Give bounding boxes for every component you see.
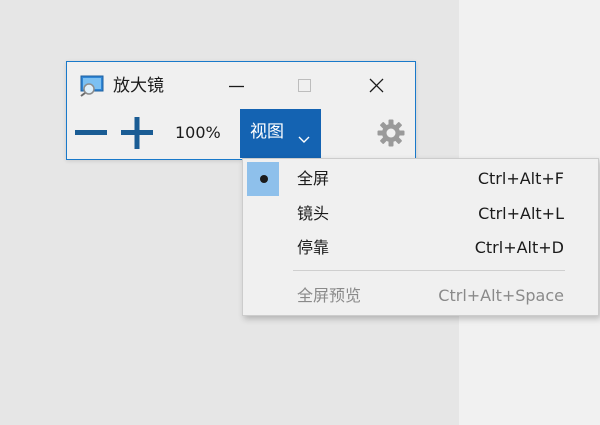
menu-item-label: 全屏 [297, 169, 330, 188]
menu-item-label: 停靠 [297, 238, 330, 257]
menu-item-lens[interactable]: 镜头 Ctrl+Alt+L [243, 197, 598, 231]
chevron-down-icon [298, 129, 310, 148]
window-title: 放大镜 [113, 76, 164, 96]
zoom-level: 100% [175, 123, 221, 142]
menu-item-docked[interactable]: 停靠 Ctrl+Alt+D [243, 231, 598, 265]
minimize-icon [229, 85, 244, 88]
view-dropdown-menu: 全屏 Ctrl+Alt+F 镜头 Ctrl+Alt+L 停靠 Ctrl+Alt+… [242, 158, 599, 316]
menu-item-label: 全屏预览 [297, 286, 362, 305]
menu-item-fullscreen-preview: 全屏预览 Ctrl+Alt+Space [243, 279, 598, 313]
menu-item-label: 镜头 [297, 204, 330, 223]
close-button[interactable] [353, 62, 399, 109]
menu-item-shortcut: Ctrl+Alt+L [478, 204, 564, 223]
menu-item-shortcut: Ctrl+Alt+F [477, 169, 564, 188]
close-icon [369, 78, 384, 93]
minus-icon [75, 130, 107, 135]
minimize-button[interactable] [213, 62, 259, 109]
magnifier-toolbar: 100% 视图 [67, 109, 415, 159]
zoom-in-button[interactable] [119, 115, 155, 151]
radio-dot-icon [260, 175, 268, 183]
maximize-icon [298, 79, 311, 92]
magnifier-window: 放大镜 100% 视图 [66, 61, 416, 160]
menu-item-shortcut: Ctrl+Alt+Space [438, 286, 564, 305]
magnifier-app-icon [80, 75, 106, 97]
plus-icon [121, 117, 153, 149]
menu-item-fullscreen[interactable]: 全屏 Ctrl+Alt+F [243, 162, 598, 196]
maximize-button[interactable] [281, 62, 327, 109]
menu-item-shortcut: Ctrl+Alt+D [474, 238, 564, 257]
menu-separator [293, 270, 565, 271]
view-menu-button[interactable]: 视图 [240, 109, 321, 158]
gear-icon [377, 119, 405, 147]
title-bar[interactable]: 放大镜 [67, 62, 415, 109]
view-menu-label: 视图 [250, 122, 284, 142]
zoom-out-button[interactable] [73, 115, 109, 151]
menu-check-highlight [247, 162, 279, 196]
settings-button[interactable] [376, 118, 406, 148]
